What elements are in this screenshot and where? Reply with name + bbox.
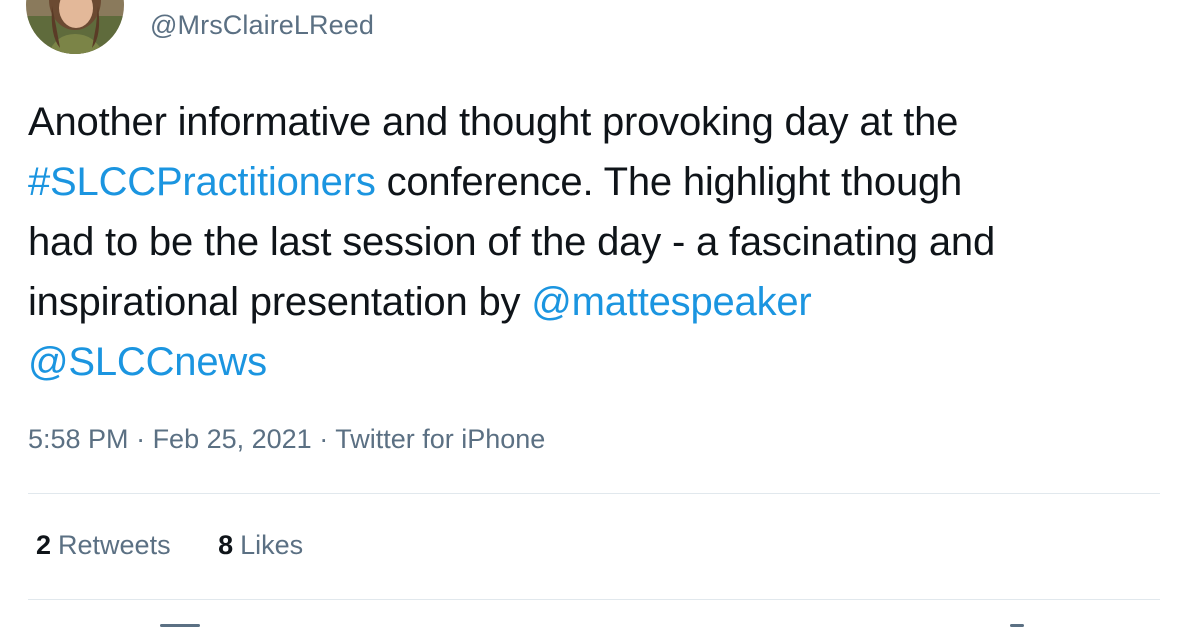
reply-icon[interactable] — [160, 624, 200, 627]
mention-link[interactable]: @SLCCnews — [28, 340, 267, 384]
likes-count: 8 — [218, 530, 234, 560]
share-icon[interactable] — [1010, 624, 1024, 627]
meta-separator: · — [311, 424, 336, 454]
divider — [28, 493, 1160, 494]
likes-stat[interactable]: 8 Likes — [218, 530, 303, 561]
divider — [28, 599, 1160, 600]
tweet-text-segment: conference. The highlight though — [375, 160, 963, 204]
tweet-line: @SLCCnews — [28, 332, 1168, 392]
tweet-line: inspirational presentation by @mattespea… — [28, 272, 1168, 332]
mention-link[interactable]: @mattespeaker — [531, 280, 812, 324]
tweet-text-segment: Another informative and thought provokin… — [28, 100, 959, 144]
author-handle[interactable]: @MrsClaireLReed — [150, 10, 374, 41]
tweet-stats: 2 Retweets 8 Likes — [36, 530, 303, 561]
avatar[interactable] — [26, 0, 124, 54]
tweet-line: #SLCCPractitioners conference. The highl… — [28, 152, 1168, 212]
tweet-time[interactable]: 5:58 PM — [28, 424, 129, 454]
tweet-text-segment: had to be the last session of the day - … — [28, 220, 996, 264]
retweets-count: 2 — [36, 530, 52, 560]
profile-photo-icon — [26, 0, 124, 54]
tweet-meta: 5:58 PM · Feb 25, 2021 · Twitter for iPh… — [28, 424, 545, 455]
tweet-text-segment: inspirational presentation by — [28, 280, 532, 324]
tweet-source[interactable]: Twitter for iPhone — [335, 424, 545, 454]
action-bar — [0, 624, 1192, 634]
tweet-line: had to be the last session of the day - … — [28, 212, 1168, 272]
retweets-stat[interactable]: 2 Retweets — [36, 530, 171, 561]
meta-separator: · — [128, 424, 153, 454]
retweets-label: Retweets — [58, 530, 171, 560]
hashtag-link[interactable]: #SLCCPractitioners — [28, 160, 376, 204]
tweet-date[interactable]: Feb 25, 2021 — [153, 424, 312, 454]
tweet-line: Another informative and thought provokin… — [28, 92, 1168, 152]
tweet-text: Another informative and thought provokin… — [28, 92, 1168, 392]
likes-label: Likes — [240, 530, 304, 560]
